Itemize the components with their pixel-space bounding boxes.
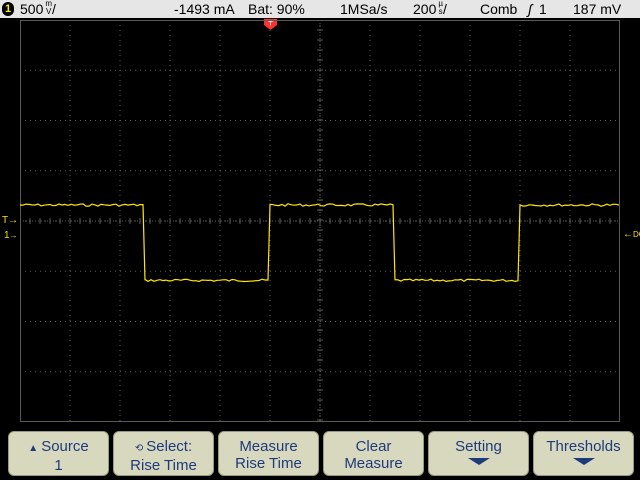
clear-measure-softkey[interactable]: Clear Measure bbox=[323, 431, 424, 476]
channel-1-trace bbox=[20, 203, 620, 283]
battery-readout: Bat: 90% bbox=[248, 1, 305, 17]
arrow-right-icon: → bbox=[8, 215, 19, 226]
volts-suffix: / bbox=[52, 1, 56, 17]
trigger-source: 1 bbox=[539, 1, 547, 17]
time-per-div: 200 µ s / bbox=[413, 0, 447, 18]
coupling-marker: ←DC bbox=[623, 230, 640, 240]
trigger-level: 187 mV bbox=[573, 1, 622, 17]
arrow-down-icon bbox=[467, 458, 490, 465]
arrow-right-small-icon: → bbox=[9, 231, 18, 240]
arrow-up-icon: ▲ bbox=[28, 443, 39, 454]
volts-per-div: 500 m V / bbox=[20, 0, 56, 18]
trigger-slope-icon: ʃ bbox=[528, 1, 533, 17]
arrow-left-icon: ← bbox=[623, 229, 633, 240]
softkey-bar: ▲ Source 1 ⟲ Select: Rise Time Measure Ris… bbox=[0, 428, 640, 480]
softkey-label-5a: Setting bbox=[455, 438, 502, 455]
sample-rate: 1MSa/s bbox=[340, 1, 388, 17]
source-softkey[interactable]: ▲ Source 1 bbox=[8, 431, 109, 476]
square-wave-trace bbox=[20, 203, 620, 283]
select-knob-icon: ⟲ bbox=[134, 443, 144, 454]
acquisition-mode: Comb bbox=[480, 1, 518, 17]
measure-softkey[interactable]: Measure Rise Time bbox=[218, 431, 319, 476]
time-value: 200 bbox=[413, 1, 437, 17]
thresholds-softkey[interactable]: Thresholds bbox=[533, 431, 634, 476]
softkey-label-6a: Thresholds bbox=[546, 438, 621, 455]
softkey-label-3a: Measure bbox=[239, 438, 298, 455]
setting-softkey[interactable]: Setting bbox=[428, 431, 529, 476]
channel-badge: 1 bbox=[2, 2, 14, 16]
channel-ground-marker: 1→ bbox=[4, 231, 18, 241]
softkey-label-2a: Select: bbox=[146, 438, 193, 455]
softkey-label-1a: Source bbox=[41, 438, 89, 455]
trigger-level-marker: T→ bbox=[2, 216, 18, 226]
current-readout: -1493 mA bbox=[174, 1, 235, 17]
select-softkey[interactable]: ⟲ Select: Rise Time bbox=[113, 431, 214, 476]
waveform-display[interactable] bbox=[20, 20, 620, 422]
softkey-label-2b: Rise Time bbox=[130, 457, 197, 474]
arrow-down-icon bbox=[572, 458, 595, 465]
coupling-label: DC bbox=[633, 230, 640, 239]
softkey-label-1b: 1 bbox=[54, 457, 63, 474]
softkey-label-4a: Clear bbox=[355, 438, 392, 455]
time-suffix: / bbox=[442, 1, 447, 17]
status-bar: 1 500 m V / -1493 mA Bat: 90% 1MSa/s 200 µ s /… bbox=[0, 0, 640, 18]
softkey-label-3b: Rise Time bbox=[235, 455, 302, 472]
softkey-label-4b: Measure bbox=[344, 455, 403, 472]
volts-value: 500 bbox=[20, 1, 44, 17]
